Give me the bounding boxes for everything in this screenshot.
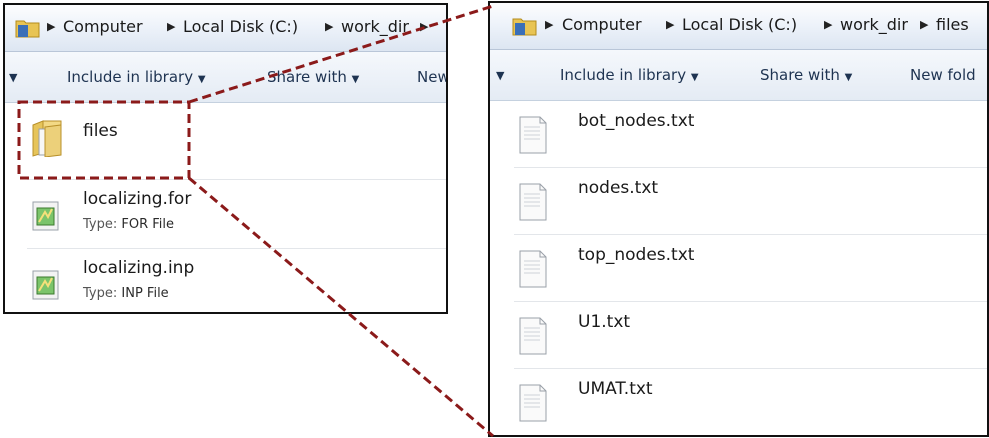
callout-line-bottom	[188, 176, 494, 438]
callout-line-top	[188, 4, 494, 104]
zoom-callout-overlay	[17, 4, 494, 438]
highlight-box	[17, 100, 191, 180]
